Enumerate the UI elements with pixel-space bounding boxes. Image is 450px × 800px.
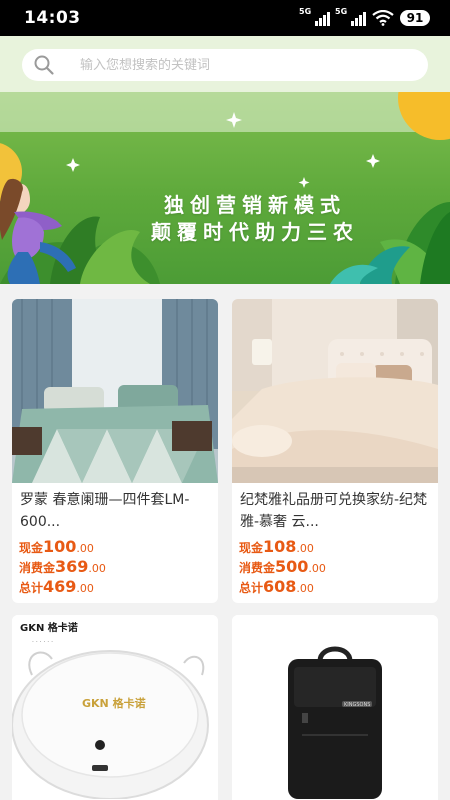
total-price: 总计469.00 (19, 577, 94, 596)
cash-price: 现金100.00 (19, 537, 94, 556)
product-image-robot-vacuum[interactable]: GKN 格卡诺 · · · · · · GKN 格卡诺 (12, 615, 218, 799)
consume-price: 消费金369.00 (19, 557, 106, 576)
search-input[interactable] (80, 57, 420, 73)
product-image-backpack[interactable]: KINGSONS (232, 615, 438, 799)
search-icon[interactable] (22, 49, 66, 81)
product-card[interactable]: 纪梵雅礼品册可兑换家纺-纪梵雅-慕奢 云... 现金108.00 消费金500.… (232, 299, 438, 603)
product-title[interactable]: 纪梵雅礼品册可兑换家纺-纪梵雅-慕奢 云... (240, 489, 432, 533)
search-header (0, 36, 450, 92)
product-card[interactable]: KINGSONS (232, 615, 438, 800)
wifi-icon (372, 10, 394, 26)
brand-logo: GKN 格卡诺 (20, 621, 78, 634)
svg-text:GKN 格卡诺: GKN 格卡诺 (82, 696, 146, 710)
search-bar[interactable] (22, 49, 428, 81)
status-bar: 14:03 5G 5G 91 (0, 0, 450, 36)
product-title[interactable]: 罗蒙 春意阑珊—四件套LM-600... (20, 489, 212, 533)
product-image-bedroom[interactable] (232, 299, 438, 483)
banner-headline-2: 颠覆时代助力三农 (151, 220, 359, 244)
bag-brand-label: KINGSONS (344, 702, 370, 708)
battery-indicator: 91 (400, 10, 430, 26)
banner-headline-1: 独创营销新模式 (164, 193, 346, 217)
consume-price: 消费金500.00 (239, 557, 326, 576)
signal-1-icon: 5G (299, 7, 330, 26)
promo-banner[interactable]: 独创营销新模式 颠覆时代助力三农 (0, 92, 450, 284)
total-price: 总计608.00 (239, 577, 314, 596)
status-time: 14:03 (24, 8, 81, 28)
cash-price: 现金108.00 (239, 537, 314, 556)
product-card[interactable]: GKN 格卡诺 · · · · · · GKN 格卡诺 (12, 615, 218, 800)
signal-2-icon: 5G (335, 7, 366, 26)
product-card[interactable]: 罗蒙 春意阑珊—四件套LM-600... 现金100.00 消费金369.00 … (12, 299, 218, 603)
product-image-bedding[interactable] (12, 299, 218, 483)
svg-text:· · · · · ·: · · · · · · (32, 639, 53, 646)
status-icons: 5G 5G 91 (299, 7, 430, 26)
banner-illustration (0, 92, 450, 284)
